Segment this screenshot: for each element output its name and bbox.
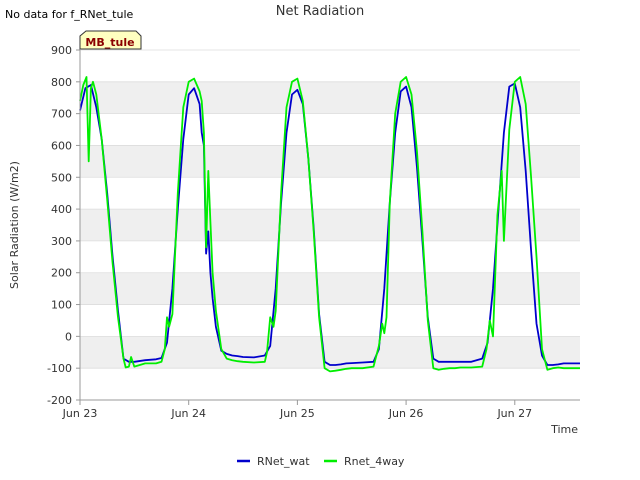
- grid-band: [80, 81, 580, 114]
- no-data-note: No data for f_RNet_tule: [5, 8, 134, 21]
- y-axis-label: Solar Radiation (W/m2): [8, 161, 21, 289]
- x-tick-label: Jun 23: [62, 407, 98, 420]
- y-tick-label: 900: [51, 44, 72, 57]
- y-tick-label: 200: [51, 267, 72, 280]
- y-tick-label: 0: [65, 330, 72, 343]
- x-axis-ticks: Jun 23 Jun 24 Jun 25 Jun 26 Jun 27: [62, 400, 532, 420]
- y-tick-label: 400: [51, 203, 72, 216]
- y-tick-label: 700: [51, 108, 72, 121]
- y-tick-label: 100: [51, 299, 72, 312]
- y-axis-ticks: -200 -100 0 100 200 300 400 500 600 700 800 900: [47, 44, 80, 407]
- site-badge: MB_tule: [79, 30, 142, 50]
- x-tick-label: Jun 24: [170, 407, 206, 420]
- grid-band: [80, 145, 580, 178]
- net-radiation-chart: -200 -100 0 100 200 300 400 500 600 700 800 900 Jun…: [5, 4, 580, 468]
- y-tick-label: -200: [47, 394, 72, 407]
- site-badge-label: MB_tule: [85, 36, 134, 49]
- y-tick-label: 500: [51, 171, 72, 184]
- y-tick-label: 800: [51, 76, 72, 89]
- x-tick-label: Jun 25: [279, 407, 315, 420]
- chart-title: Net Radiation: [276, 4, 364, 19]
- x-tick-label: Jun 26: [388, 407, 424, 420]
- x-tick-label: Jun 27: [496, 407, 532, 420]
- y-tick-label: 600: [51, 139, 72, 152]
- x-axis-label: Time: [550, 423, 578, 436]
- y-tick-label: -100: [47, 362, 72, 375]
- y-tick-label: 300: [51, 235, 72, 248]
- grid-band: [80, 272, 580, 305]
- legend-label-rnet-4way: Rnet_4way: [344, 455, 405, 468]
- legend: RNet_wat Rnet_4way: [237, 455, 405, 468]
- legend-label-rnet-wat: RNet_wat: [257, 455, 310, 468]
